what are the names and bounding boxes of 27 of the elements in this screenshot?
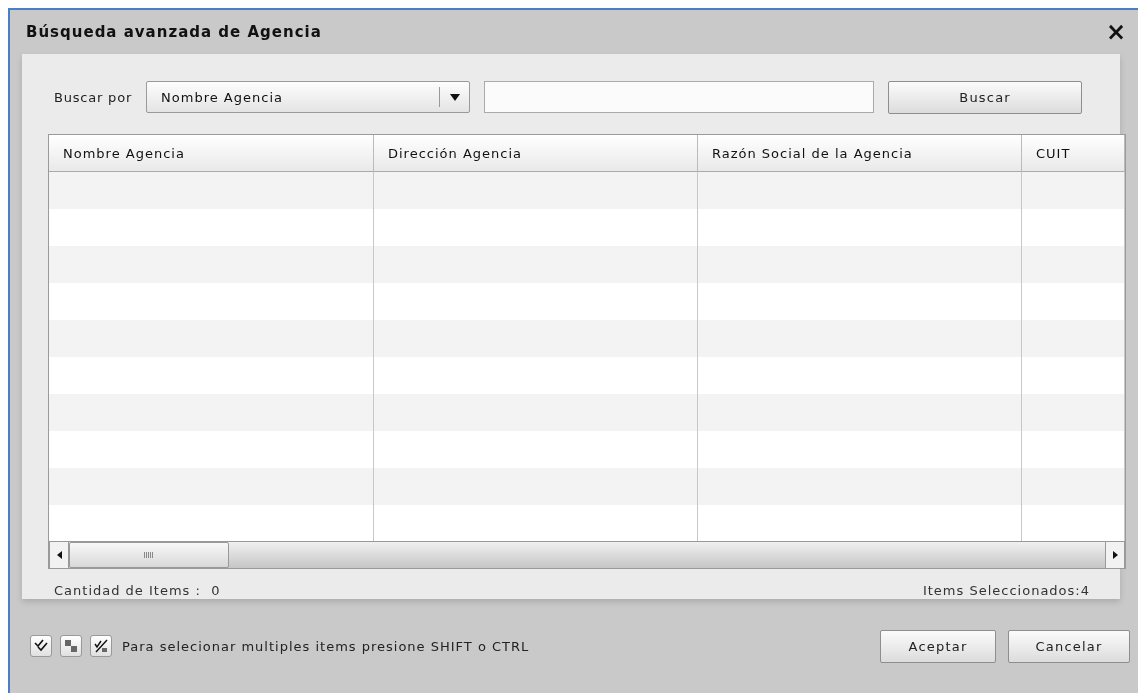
clear-selection-button[interactable] — [90, 635, 112, 657]
grip-icon — [144, 552, 154, 558]
item-count-label: Cantidad de Items : 0 — [54, 583, 221, 598]
column-header[interactable]: Razón Social de la Agencia — [698, 135, 1022, 172]
selection-hint: Para selecionar multiples items presione SHIFT o CTRL — [122, 638, 530, 654]
field-dropdown[interactable]: Nombre Agencia — [146, 81, 471, 113]
invert-selection-button[interactable] — [60, 635, 82, 657]
caret-icon — [449, 93, 460, 101]
search-field[interactable] — [484, 81, 875, 113]
accept-button[interactable]: Aceptar — [880, 629, 996, 663]
search-button[interactable]: Buscar — [888, 80, 1083, 114]
close-button[interactable]: × — [1101, 20, 1130, 44]
left-arrow-icon — [56, 551, 62, 559]
select-all-button[interactable] — [30, 635, 52, 657]
horizontal-scrollbar[interactable] — [49, 541, 1125, 568]
column-header[interactable]: Dirección Agencia — [374, 135, 698, 172]
cancel-button[interactable]: Cancelar — [1008, 629, 1130, 663]
column-header[interactable]: Nombre Agencia — [49, 135, 374, 172]
double-check-icon — [34, 639, 48, 653]
right-arrow-icon — [1112, 551, 1118, 559]
dialog-title: Búsqueda avanzada de Agencia — [26, 23, 322, 41]
column-header[interactable]: CUIT — [1022, 135, 1125, 172]
squares-icon — [64, 639, 78, 653]
check-slash-icon — [94, 639, 108, 653]
selected-count: Items Seleccionados:4 — [922, 583, 1090, 598]
search-by-label: Buscar por — [53, 89, 133, 105]
item-count: 0 — [211, 583, 221, 598]
